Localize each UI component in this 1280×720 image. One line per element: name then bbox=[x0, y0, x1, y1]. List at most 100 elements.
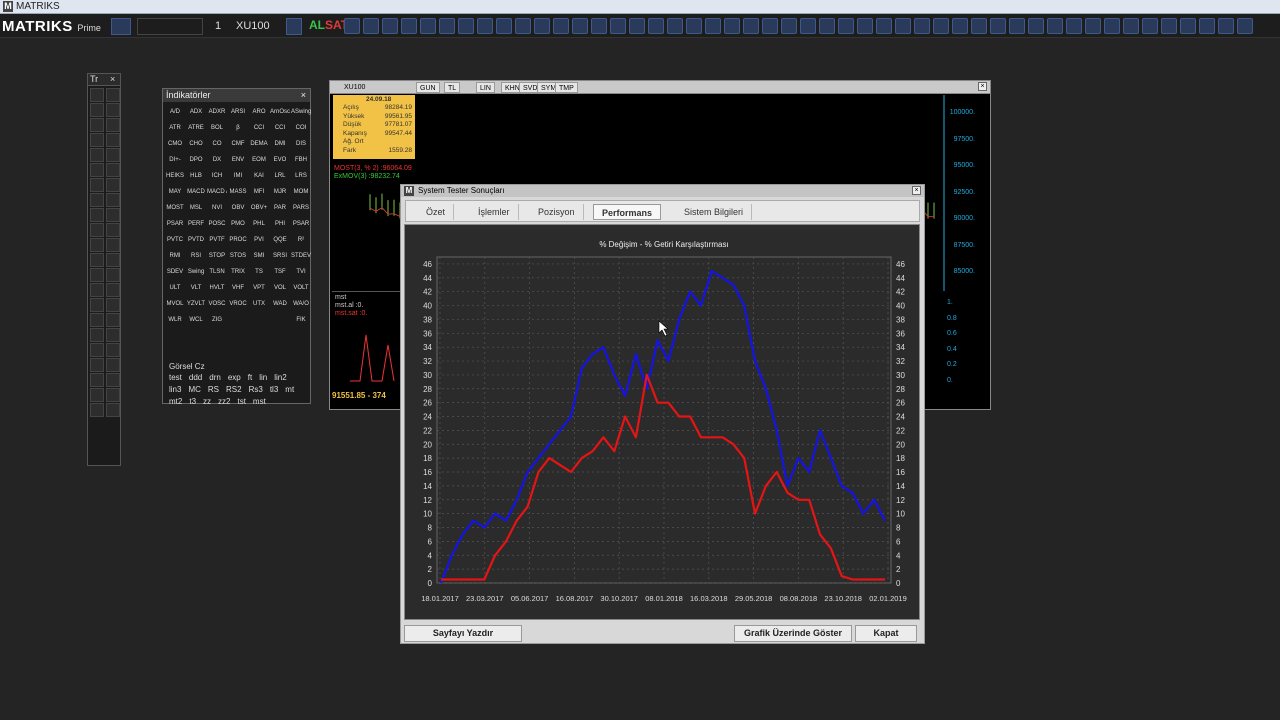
indicator-button[interactable]: MOST bbox=[165, 200, 185, 216]
indicator-button[interactable]: ARSI bbox=[228, 104, 248, 120]
indicator-button[interactable] bbox=[270, 328, 290, 344]
drawing-tool-icon[interactable] bbox=[106, 403, 120, 417]
workspace-select[interactable] bbox=[137, 18, 203, 35]
user-indicator-item[interactable]: mst bbox=[253, 397, 266, 406]
drawing-tool-icon[interactable] bbox=[90, 388, 104, 402]
indicator-button[interactable] bbox=[186, 328, 206, 344]
toolbar-icon[interactable] bbox=[553, 18, 569, 34]
indicator-button[interactable]: POSC bbox=[207, 216, 227, 232]
indicator-button[interactable]: MASS bbox=[228, 184, 248, 200]
drawing-tool-icon[interactable] bbox=[90, 328, 104, 342]
drawing-tool-icon[interactable] bbox=[90, 403, 104, 417]
user-indicator-item[interactable]: lin3 bbox=[169, 385, 181, 394]
indicator-button[interactable]: BOL bbox=[207, 120, 227, 136]
toolbar-icon[interactable] bbox=[914, 18, 930, 34]
indicator-button[interactable]: SMI bbox=[249, 248, 269, 264]
user-indicator-item[interactable]: lin2 bbox=[274, 373, 286, 382]
dialog-tab[interactable]: İşlemler bbox=[470, 204, 519, 220]
indicator-button[interactable]: R² bbox=[291, 232, 311, 248]
drawing-tool-icon[interactable] bbox=[106, 298, 120, 312]
period-select[interactable]: 1 bbox=[210, 18, 226, 35]
user-indicator-item[interactable]: zz bbox=[203, 397, 211, 406]
indicator-button[interactable]: WAD bbox=[270, 296, 290, 312]
indicator-button[interactable]: VHF bbox=[228, 280, 248, 296]
indicator-button[interactable]: QQE bbox=[270, 232, 290, 248]
user-indicator-item[interactable]: tl3 bbox=[270, 385, 278, 394]
drawing-tool-icon[interactable] bbox=[106, 88, 120, 102]
user-indicator-item[interactable]: t3 bbox=[189, 397, 196, 406]
chart-tab[interactable]: GUN bbox=[416, 82, 440, 93]
indicator-button[interactable]: ZIG bbox=[207, 312, 227, 328]
toolbar-icon[interactable] bbox=[990, 18, 1006, 34]
indicator-button[interactable]: WLR bbox=[165, 312, 185, 328]
indicator-button[interactable]: CCI bbox=[249, 120, 269, 136]
indicator-button[interactable]: DI+- bbox=[165, 152, 185, 168]
indicator-button[interactable]: PVTC bbox=[165, 232, 185, 248]
drawing-tool-icon[interactable] bbox=[106, 238, 120, 252]
toolbar-icon[interactable] bbox=[439, 18, 455, 34]
drawing-tool-icon[interactable] bbox=[90, 193, 104, 207]
toolbar-icon[interactable] bbox=[629, 18, 645, 34]
save-icon[interactable] bbox=[111, 18, 131, 35]
show-on-chart-button[interactable]: Grafik Üzerinde Göster bbox=[734, 625, 852, 642]
performance-chart[interactable]: % Değişim - % Getiri Karşılaştırması0 02 2… bbox=[405, 225, 919, 619]
user-indicator-item[interactable]: exp bbox=[228, 373, 241, 382]
toolbar-icon[interactable] bbox=[458, 18, 474, 34]
indicator-button[interactable]: VOL bbox=[270, 280, 290, 296]
drawing-tool-icon[interactable] bbox=[106, 193, 120, 207]
indicator-button[interactable]: MVOL bbox=[165, 296, 185, 312]
toolbar-icon[interactable] bbox=[515, 18, 531, 34]
toolbar-icon[interactable] bbox=[1085, 18, 1101, 34]
chart-tab[interactable]: TMP bbox=[555, 82, 578, 93]
chart-tab[interactable]: TL bbox=[444, 82, 461, 93]
toolbar-icon[interactable] bbox=[724, 18, 740, 34]
indicator-button[interactable]: DEMA bbox=[249, 136, 269, 152]
drawing-tool-icon[interactable] bbox=[90, 163, 104, 177]
indicator-button[interactable]: UTX bbox=[249, 296, 269, 312]
drawing-tool-icon[interactable] bbox=[90, 253, 104, 267]
toolbar-icon[interactable] bbox=[838, 18, 854, 34]
indicator-button[interactable] bbox=[291, 328, 311, 344]
toolbar-icon[interactable] bbox=[743, 18, 759, 34]
drawing-tool-icon[interactable] bbox=[90, 358, 104, 372]
drawing-tool-icon[interactable] bbox=[90, 298, 104, 312]
toolbar-icon[interactable] bbox=[971, 18, 987, 34]
indicator-button[interactable]: ADX bbox=[186, 104, 206, 120]
indicator-button[interactable]: EOM bbox=[249, 152, 269, 168]
close-icon[interactable]: × bbox=[110, 74, 115, 84]
toolbar-icon[interactable] bbox=[1180, 18, 1196, 34]
indicator-button[interactable]: HVLT bbox=[207, 280, 227, 296]
drawing-tool-icon[interactable] bbox=[106, 133, 120, 147]
indicator-button[interactable]: MAY bbox=[165, 184, 185, 200]
user-indicator-item[interactable]: ft bbox=[248, 373, 252, 382]
indicator-button[interactable]: COI bbox=[291, 120, 311, 136]
toolbar-icon[interactable] bbox=[534, 18, 550, 34]
indicator-button[interactable]: PVTD bbox=[186, 232, 206, 248]
indicator-button[interactable] bbox=[228, 344, 248, 360]
indicator-button[interactable]: PSAR bbox=[291, 216, 311, 232]
indicator-button[interactable]: SDEV bbox=[165, 264, 185, 280]
indicator-button[interactable]: ArnOsc bbox=[270, 104, 290, 120]
drawing-tool-icon[interactable] bbox=[106, 313, 120, 327]
drawing-tool-icon[interactable] bbox=[90, 208, 104, 222]
toolbar-icon[interactable] bbox=[1104, 18, 1120, 34]
toolbar-icon[interactable] bbox=[876, 18, 892, 34]
indicator-button[interactable]: CMO bbox=[165, 136, 185, 152]
indicator-button[interactable]: ARO bbox=[249, 104, 269, 120]
indicator-button[interactable]: YZVLT bbox=[186, 296, 206, 312]
indicator-button[interactable]: TLSN bbox=[207, 264, 227, 280]
toolbar-icon[interactable] bbox=[762, 18, 778, 34]
indicator-button[interactable] bbox=[249, 312, 269, 328]
drawing-tool-icon[interactable] bbox=[90, 283, 104, 297]
indicator-button[interactable]: WCL bbox=[186, 312, 206, 328]
close-button[interactable]: Kapat bbox=[855, 625, 917, 642]
drawing-tool-icon[interactable] bbox=[106, 118, 120, 132]
indicator-button[interactable]: PHL bbox=[249, 216, 269, 232]
user-indicator-item[interactable]: mt bbox=[285, 385, 294, 394]
indicator-button[interactable]: HLB bbox=[186, 168, 206, 184]
indicator-button[interactable]: TRIX bbox=[228, 264, 248, 280]
toolbar-icon[interactable] bbox=[382, 18, 398, 34]
indicator-button[interactable]: PMO bbox=[228, 216, 248, 232]
drawing-tool-icon[interactable] bbox=[90, 373, 104, 387]
user-indicator-item[interactable]: mt2 bbox=[169, 397, 182, 406]
